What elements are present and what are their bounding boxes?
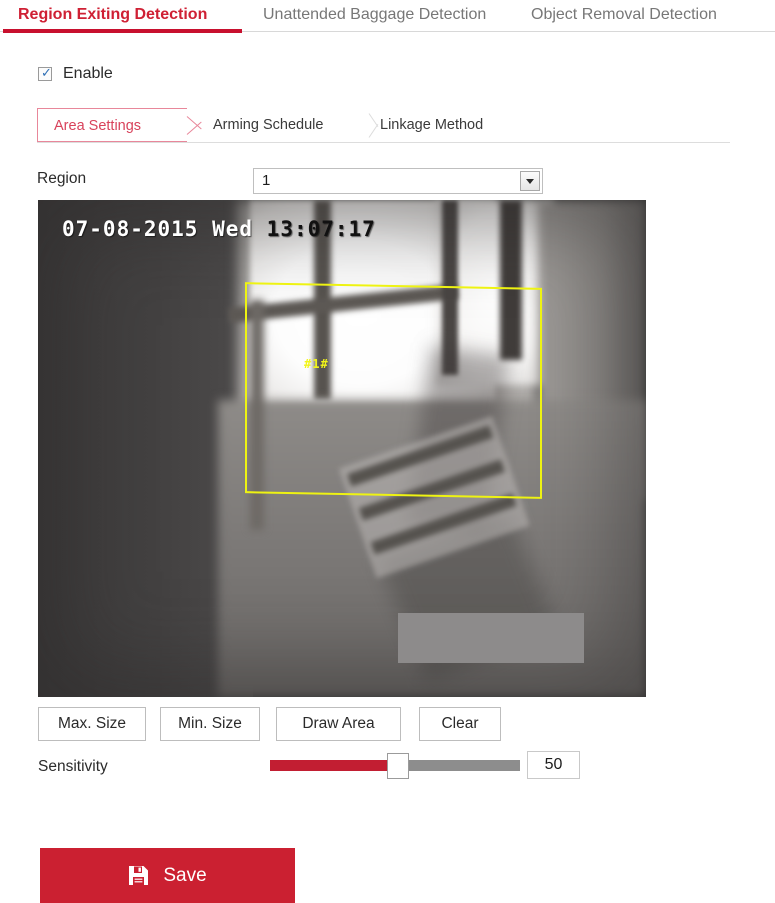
tab-region-exiting-detection[interactable]: Region Exiting Detection <box>18 4 207 26</box>
clear-button[interactable]: Clear <box>419 707 501 741</box>
subtab-linkage-method[interactable]: Linkage Method <box>380 108 483 142</box>
subtab-area-settings[interactable]: Area Settings <box>37 108 187 142</box>
tab-object-removal-detection[interactable]: Object Removal Detection <box>531 4 717 26</box>
save-button[interactable]: Save <box>40 848 295 903</box>
chevron-down-icon <box>526 179 534 184</box>
detection-region-label: #1# <box>304 357 329 371</box>
video-timestamp-date: 07-08-2015 Wed <box>62 217 254 241</box>
sensitivity-slider[interactable] <box>270 753 520 779</box>
subtab-area-settings-label: Area Settings <box>54 118 142 134</box>
enable-row: ✓ Enable <box>38 66 113 82</box>
subtab-arming-schedule[interactable]: Arming Schedule <box>213 108 323 142</box>
draw-area-button[interactable]: Draw Area <box>276 707 401 741</box>
region-label: Region <box>37 170 87 187</box>
region-row: Region 1 <box>37 168 557 194</box>
slider-track-filled <box>270 760 395 771</box>
max-size-button[interactable]: Max. Size <box>38 707 146 741</box>
detection-tab-bar: Region Exiting Detection Unattended Bagg… <box>0 0 775 33</box>
sensitivity-label: Sensitivity <box>38 758 108 775</box>
video-preview[interactable]: 07-08-2015 Wed 13:07:17 #1# <box>38 200 646 697</box>
min-size-button[interactable]: Min. Size <box>160 707 260 741</box>
save-button-label: Save <box>163 864 207 886</box>
sensitivity-row: Sensitivity 50 <box>38 751 598 782</box>
slider-track-remaining <box>395 760 520 771</box>
detection-region-rectangle[interactable] <box>245 282 542 499</box>
video-timestamp-time: 13:07:17 <box>266 217 376 241</box>
tab-unattended-baggage-detection[interactable]: Unattended Baggage Detection <box>263 4 486 26</box>
save-floppy-icon <box>128 865 149 886</box>
region-select-value: 1 <box>262 172 271 189</box>
enable-checkbox[interactable]: ✓ <box>38 66 52 81</box>
region-select[interactable]: 1 <box>253 168 543 194</box>
area-settings-subtab-bar: Area Settings Arming Schedule Linkage Me… <box>37 108 497 142</box>
privacy-mask-rectangle <box>398 613 584 663</box>
subtab-bar-divider <box>37 142 730 143</box>
checkmark-icon: ✓ <box>41 66 52 81</box>
sensitivity-value[interactable]: 50 <box>527 751 580 779</box>
chevron-right-icon <box>187 108 204 142</box>
enable-label: Enable <box>63 65 113 82</box>
slider-handle[interactable] <box>387 753 409 779</box>
region-dropdown-button[interactable] <box>520 171 540 191</box>
active-tab-underline <box>3 29 242 33</box>
video-timestamp: 07-08-2015 Wed 13:07:17 <box>62 217 376 241</box>
